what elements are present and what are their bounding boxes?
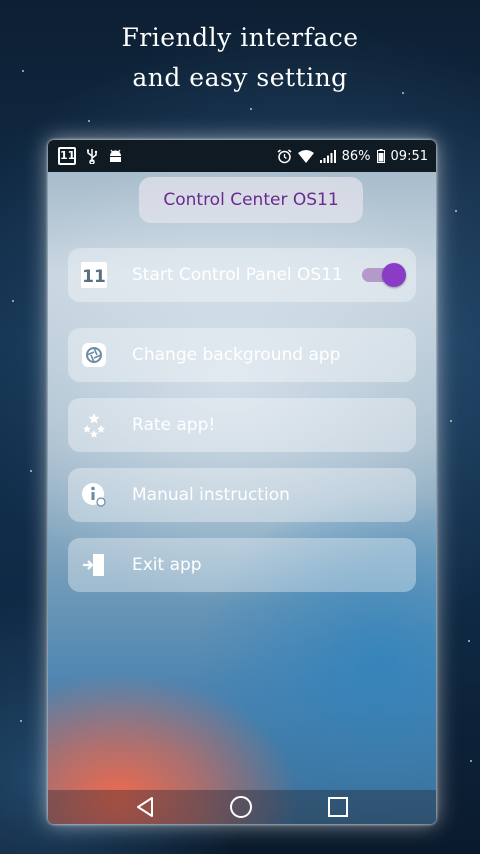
- battery-percent: 86%: [341, 148, 371, 164]
- menu-item-start-control-panel[interactable]: 11 Start Control Panel OS11: [68, 248, 416, 302]
- phone-screen: 11 86% 09:51 Control Center OS11 11 Star…: [48, 140, 436, 824]
- recents-icon[interactable]: [327, 796, 349, 818]
- menu-item-change-background[interactable]: Change background app: [68, 328, 416, 382]
- os11-icon-text: 11: [82, 267, 106, 287]
- shutter-icon: [80, 341, 108, 369]
- promo-line-1: Friendly interface: [121, 23, 359, 52]
- exit-icon: [80, 551, 108, 579]
- navigation-bar: [48, 790, 436, 824]
- menu-item-rate-app[interactable]: Rate app!: [68, 398, 416, 452]
- control-panel-toggle[interactable]: [362, 263, 406, 287]
- menu-item-label: Start Control Panel OS11: [132, 265, 343, 285]
- back-icon[interactable]: [135, 796, 155, 818]
- android-icon: [108, 149, 123, 163]
- rate-stars-icon: [80, 411, 108, 439]
- promo-caption: Friendly interface and easy setting: [0, 18, 480, 98]
- toggle-knob: [382, 263, 406, 287]
- menu-item-manual-instruction[interactable]: Manual instruction: [68, 468, 416, 522]
- menu-item-label: Rate app!: [132, 415, 216, 435]
- clock: 09:51: [390, 148, 428, 164]
- app-title: Control Center OS11: [139, 177, 363, 223]
- menu-item-label: Change background app: [132, 345, 341, 365]
- info-icon: [80, 481, 108, 509]
- menu-item-exit-app[interactable]: Exit app: [68, 538, 416, 592]
- promo-line-2: and easy setting: [132, 63, 348, 92]
- battery-icon: [376, 149, 385, 163]
- wifi-icon: [297, 149, 314, 163]
- menu-item-label: Exit app: [132, 555, 202, 575]
- os11-notification-icon: 11: [58, 147, 76, 165]
- alarm-icon: [277, 148, 292, 164]
- menu-item-label: Manual instruction: [132, 485, 290, 505]
- os11-icon: 11: [80, 261, 108, 289]
- usb-icon: [86, 148, 98, 165]
- signal-icon: [319, 149, 336, 163]
- home-icon[interactable]: [229, 795, 253, 819]
- status-bar: 11 86% 09:51: [48, 140, 436, 172]
